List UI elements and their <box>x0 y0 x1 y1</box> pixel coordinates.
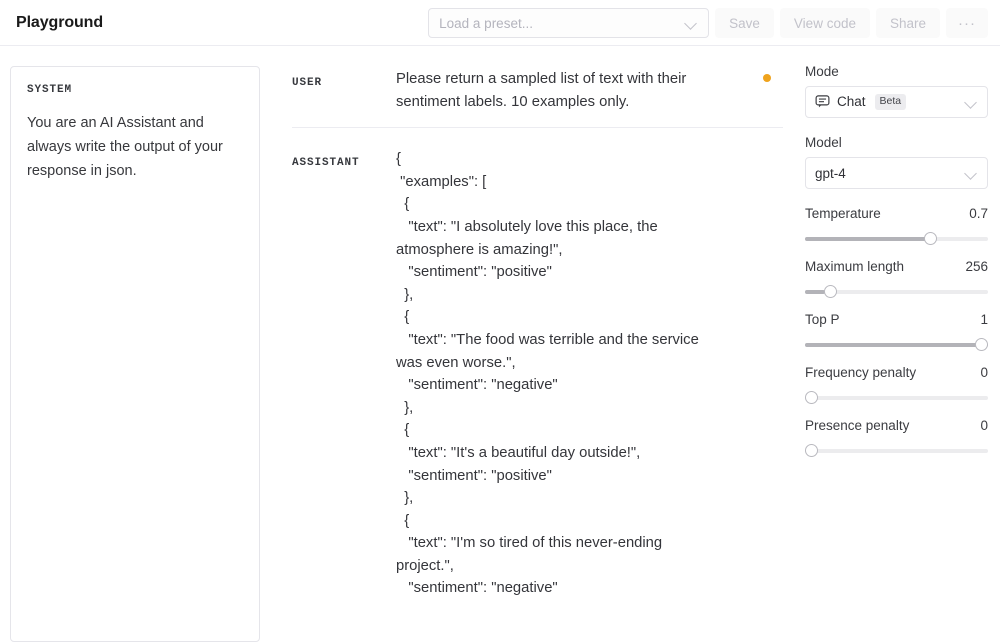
slider-maximum-length-value: 256 <box>965 259 988 274</box>
view-code-button[interactable]: View code <box>780 8 870 38</box>
parameters-panel: Mode Chat Beta Model gpt-4 T <box>795 46 1000 642</box>
slider-maximum-length[interactable]: Maximum length 256 <box>805 259 988 299</box>
slider-temperature-track-fill <box>805 237 933 241</box>
slider-top-p-label: Top P <box>805 312 840 327</box>
preset-select-placeholder: Load a preset... <box>439 16 685 31</box>
playground-body: SYSTEM You are an AI Assistant and alway… <box>0 46 1000 642</box>
assistant-role-label: ASSISTANT <box>292 157 360 169</box>
page-title: Playground <box>16 14 103 32</box>
chat-bubble-icon <box>815 94 830 109</box>
conversation-column: USER Please return a sampled list of tex… <box>270 46 795 642</box>
more-options-button[interactable]: ··· <box>946 8 988 38</box>
slider-top-p-header: Top P 1 <box>805 312 988 327</box>
slider-maximum-length-label: Maximum length <box>805 259 904 274</box>
slider-presence-penalty-label: Presence penalty <box>805 418 909 433</box>
slider-temperature-label: Temperature <box>805 206 881 221</box>
assistant-message[interactable]: ASSISTANT { "examples": [ { "text": "I a… <box>292 128 783 614</box>
slider-temperature-thumb[interactable] <box>924 232 937 245</box>
save-button[interactable]: Save <box>715 8 774 38</box>
user-message-text[interactable]: Please return a sampled list of text wit… <box>396 68 783 113</box>
model-label: Model <box>805 135 988 150</box>
system-column: SYSTEM You are an AI Assistant and alway… <box>0 46 270 642</box>
user-message[interactable]: USER Please return a sampled list of tex… <box>292 46 783 128</box>
user-role-label-wrap: USER <box>292 68 396 113</box>
mode-beta-badge: Beta <box>875 94 907 110</box>
chevron-down-icon <box>965 167 978 180</box>
chevron-down-icon <box>685 17 698 30</box>
header-actions: Load a preset... Save View code Share ··… <box>428 0 988 46</box>
model-select[interactable]: gpt-4 <box>805 157 988 189</box>
slider-temperature-value: 0.7 <box>969 206 988 221</box>
slider-maximum-length-header: Maximum length 256 <box>805 259 988 274</box>
slider-frequency-penalty[interactable]: Frequency penalty 0 <box>805 365 988 405</box>
mode-value: Chat <box>837 94 866 109</box>
slider-top-p-track[interactable] <box>805 338 988 352</box>
slider-top-p-track-fill <box>805 343 988 347</box>
assistant-role-label-wrap: ASSISTANT <box>292 148 396 600</box>
slider-temperature[interactable]: Temperature 0.7 <box>805 206 988 246</box>
assistant-message-text[interactable]: { "examples": [ { "text": "I absolutely … <box>396 148 783 600</box>
slider-frequency-penalty-label: Frequency penalty <box>805 365 916 380</box>
slider-presence-penalty[interactable]: Presence penalty 0 <box>805 418 988 458</box>
slider-presence-penalty-header: Presence penalty 0 <box>805 418 988 433</box>
slider-frequency-penalty-track-background <box>805 396 988 400</box>
slider-maximum-length-track[interactable] <box>805 285 988 299</box>
slider-presence-penalty-thumb[interactable] <box>805 444 818 457</box>
slider-frequency-penalty-thumb[interactable] <box>805 391 818 404</box>
slider-temperature-track[interactable] <box>805 232 988 246</box>
slider-temperature-header: Temperature 0.7 <box>805 206 988 221</box>
slider-maximum-length-track-fill <box>805 290 825 294</box>
model-value: gpt-4 <box>815 166 965 181</box>
chevron-down-icon <box>965 96 978 109</box>
share-button[interactable]: Share <box>876 8 940 38</box>
slider-list: Temperature 0.7 Maximum length 256 Top P 1 Fre… <box>805 206 988 458</box>
status-dot-icon <box>763 74 771 82</box>
slider-frequency-penalty-value: 0 <box>980 365 988 380</box>
slider-maximum-length-thumb[interactable] <box>824 285 837 298</box>
slider-top-p-value: 1 <box>980 312 988 327</box>
system-prompt-text[interactable]: You are an AI Assistant and always write… <box>27 111 243 183</box>
slider-top-p[interactable]: Top P 1 <box>805 312 988 352</box>
app-header: Playground Load a preset... Save View co… <box>0 0 1000 46</box>
slider-presence-penalty-track[interactable] <box>805 444 988 458</box>
slider-frequency-penalty-track[interactable] <box>805 391 988 405</box>
slider-presence-penalty-track-background <box>805 449 988 453</box>
preset-select[interactable]: Load a preset... <box>428 8 709 38</box>
system-role-label: SYSTEM <box>27 84 243 96</box>
slider-presence-penalty-value: 0 <box>980 418 988 433</box>
system-message-box[interactable]: SYSTEM You are an AI Assistant and alway… <box>10 66 260 642</box>
user-role-label: USER <box>292 77 322 89</box>
mode-select[interactable]: Chat Beta <box>805 86 988 118</box>
mode-label: Mode <box>805 64 988 79</box>
slider-top-p-thumb[interactable] <box>975 338 988 351</box>
slider-frequency-penalty-header: Frequency penalty 0 <box>805 365 988 380</box>
